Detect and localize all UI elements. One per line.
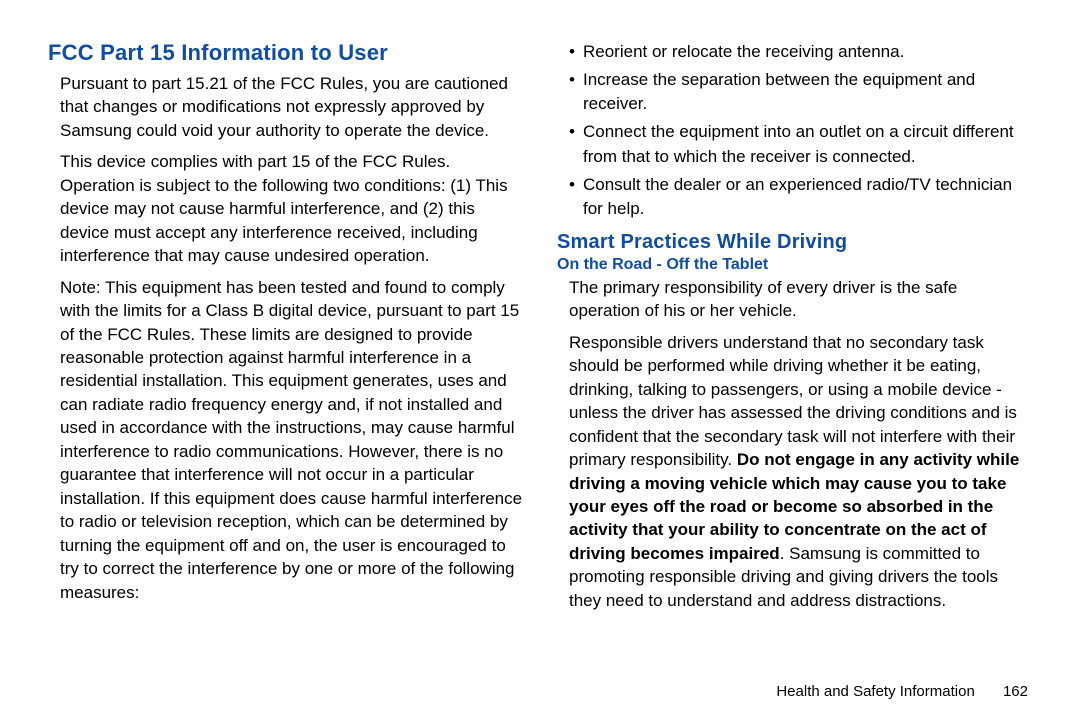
heading-driving: Smart Practices While Driving xyxy=(557,231,1032,254)
driving-text-a: Responsible drivers understand that no s… xyxy=(569,333,1017,469)
subheading-on-road: On the Road - Off the Tablet xyxy=(557,256,1032,274)
paragraph-driving-2: Responsible drivers understand that no s… xyxy=(557,331,1032,612)
list-item: Consult the dealer or an experienced rad… xyxy=(569,173,1032,221)
paragraph-fcc-1: Pursuant to part 15.21 of the FCC Rules,… xyxy=(48,72,523,142)
document-page: FCC Part 15 Information to User Pursuant… xyxy=(0,0,1080,720)
heading-fcc: FCC Part 15 Information to User xyxy=(48,40,523,66)
footer-section-label: Health and Safety Information xyxy=(776,683,974,700)
paragraph-fcc-2: This device complies with part 15 of the… xyxy=(48,150,523,267)
list-item: Connect the equipment into an outlet on … xyxy=(569,120,1032,168)
list-item: Reorient or relocate the receiving anten… xyxy=(569,40,1032,64)
page-footer: Health and Safety Information 162 xyxy=(48,683,1032,700)
left-column: FCC Part 15 Information to User Pursuant… xyxy=(48,40,523,677)
footer-page-number: 162 xyxy=(1003,683,1028,700)
paragraph-fcc-3: Note: This equipment has been tested and… xyxy=(48,276,523,604)
interference-bullet-list: Reorient or relocate the receiving anten… xyxy=(557,40,1032,221)
two-column-layout: FCC Part 15 Information to User Pursuant… xyxy=(48,40,1032,677)
paragraph-driving-1: The primary responsibility of every driv… xyxy=(557,276,1032,323)
right-column: Reorient or relocate the receiving anten… xyxy=(557,40,1032,677)
list-item: Increase the separation between the equi… xyxy=(569,68,1032,116)
